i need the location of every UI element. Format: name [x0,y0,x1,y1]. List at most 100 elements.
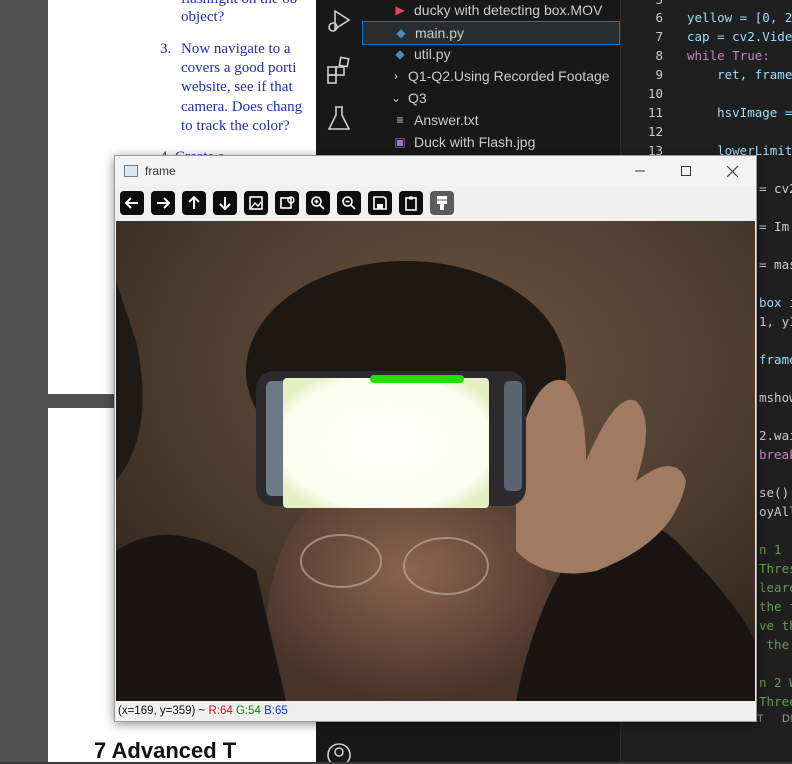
explorer-item-duck-jpg[interactable]: ▣ Duck with Flash.jpg [392,131,535,153]
code-fragment: 1, y1 [759,314,792,329]
line-number: 7 [655,29,663,44]
camera-frame-image[interactable] [116,221,755,701]
pdf-text-line: camera. Does chang [181,99,303,115]
tab-debug-console[interactable]: DE [782,713,792,725]
code-comment: leare [759,580,792,595]
line-number: 10 [647,86,663,101]
status-bar: (x=169, y=359) ~ R:64 G:54 B:65 [115,702,756,721]
line-number: 8 [655,48,663,63]
explorer-item-video[interactable]: ▶ ducky with detecting box.MOV [392,0,602,21]
pixel-red-value: R:64 [208,705,233,717]
code-line: ret, frame [687,67,792,82]
testing-flask-icon[interactable] [324,103,354,133]
pixel-blue-value: B:65 [264,705,288,717]
zoom-fit-icon [280,196,295,209]
code-comment: n 1 [759,542,782,557]
pan-up-icon [188,195,200,209]
title-bar[interactable]: frame [115,156,756,186]
python-file-icon: ◆ [395,47,405,61]
explorer-item-label: Duck with Flash.jpg [414,134,536,150]
account-icon[interactable] [324,740,354,762]
code-comment: Three [759,694,792,709]
window-title: frame [145,164,176,178]
line-number: 12 [647,124,663,139]
save-image-button[interactable] [368,191,392,215]
properties-icon [437,196,447,210]
image-file-icon: ▣ [394,135,406,149]
pdf-text-line: to track the color? [181,118,290,134]
pdf-text-line: object? [181,9,225,25]
maximize-button[interactable] [663,156,709,186]
code-fragment: mshow [759,390,792,405]
zoom-in-icon [311,196,325,210]
cursor-coordinates: (x=169, y=359) ~ [118,705,206,717]
code-fragment: oyAll [759,504,792,519]
zoom-in-button[interactable] [306,191,330,215]
explorer-item-label: Answer.txt [414,112,479,128]
pdf-text-line: Now navigate to a [181,41,291,57]
image-toolbar [115,189,756,219]
code-comment: the f [759,599,792,614]
zoom-original-button[interactable] [244,191,268,215]
code-fragment: = cv2 [759,181,792,196]
close-button[interactable] [709,156,755,186]
maximize-icon [681,166,691,176]
explorer-folder-q3[interactable]: ⌄ Q3 [388,87,427,109]
pan-down-button[interactable] [213,191,237,215]
video-file-icon: ▶ [395,3,405,17]
pdf-section-heading: 7 Advanced T [94,738,237,763]
code-fragment: = Im [759,219,790,234]
pan-right-icon [157,197,171,209]
code-comment: ve th [759,618,792,633]
copy-clipboard-icon [405,196,417,211]
detection-box [370,375,464,383]
code-comment: the [759,637,790,652]
explorer-item-label: main.py [415,25,465,41]
explorer-item-label: Q3 [408,90,427,106]
code-fragment: break [759,447,792,462]
pan-up-button[interactable] [182,191,206,215]
pixel-green-value: G:54 [235,705,261,717]
line-number: 9 [655,67,663,82]
webcam-photo [116,221,755,701]
code-fragment: = mas [759,257,792,272]
line-number: 5 [621,0,663,7]
explorer-folder-q1-q2[interactable]: › Q1-Q2.Using Recorded Footage [388,65,610,87]
explorer-item-label: Q1-Q2.Using Recorded Footage [408,68,610,84]
extensions-icon[interactable] [324,55,354,85]
window-app-icon [124,165,138,177]
zoom-out-icon [342,196,356,210]
pan-right-button[interactable] [151,191,175,215]
code-comment: n 2 W [759,675,792,690]
explorer-item-label: ducky with detecting box.MOV [414,2,603,18]
code-line: cap = cv2.Vide [687,29,792,44]
code-fragment: box is [759,295,792,310]
explorer-item-main-py[interactable]: ◆ main.py [362,21,620,45]
pan-left-button[interactable] [120,191,144,215]
text-file-icon: ≡ [396,113,404,127]
chevron-down-icon: ⌄ [390,91,402,105]
save-icon [373,196,387,210]
properties-button[interactable] [430,191,454,215]
pdf-text-line: covers a good porti [181,60,297,76]
minimize-icon [635,170,645,172]
explorer-item-label: util.py [414,46,451,62]
run-debug-icon[interactable] [324,6,354,36]
code-line: while True: [687,48,770,63]
pan-down-icon [219,197,231,211]
code-line: hsvImage = [687,105,792,120]
zoom-original-icon [249,196,263,210]
code-fragment: se() [759,485,790,500]
copy-clipboard-button[interactable] [399,191,423,215]
code-comment: Thres [759,561,792,576]
code-fragment: 2.wai [759,428,792,443]
explorer-item-answer-txt[interactable]: ≡ Answer.txt [392,109,479,131]
pan-left-icon [124,197,138,209]
zoom-fit-button[interactable] [275,191,299,215]
opencv-frame-window: frame (x=169, y=359) ~ R:64 G:54 B:65 [114,155,757,722]
zoom-out-button[interactable] [337,191,361,215]
chevron-right-icon: › [394,69,398,83]
minimize-button[interactable] [617,156,663,186]
explorer-item-util-py[interactable]: ◆ util.py [392,43,451,65]
line-number: 6 [655,10,663,25]
